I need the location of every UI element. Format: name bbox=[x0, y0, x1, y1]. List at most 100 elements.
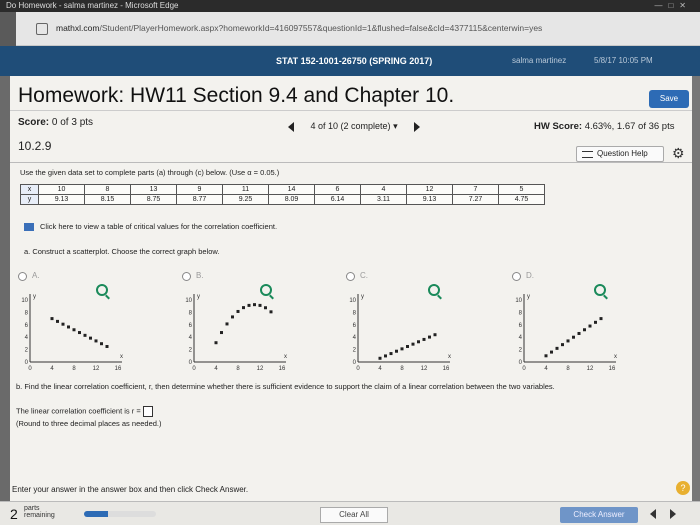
table-cell: 8.15 bbox=[84, 194, 131, 205]
parts-progress bbox=[84, 511, 156, 517]
part-b-prompt: b. Find the linear correlation coefficie… bbox=[16, 382, 555, 391]
option-b-label: B. bbox=[196, 271, 204, 280]
x-tick-label: 8 bbox=[566, 366, 570, 372]
radio-d[interactable] bbox=[512, 272, 521, 281]
x-axis-label: x bbox=[448, 354, 451, 360]
save-button[interactable]: Save bbox=[649, 90, 689, 108]
question-dropdown[interactable]: 4 of 10 (2 complete) bbox=[311, 121, 391, 131]
data-point bbox=[214, 341, 218, 345]
course-header: STAT 152-1001-26750 (SPRING 2017) salma … bbox=[0, 46, 700, 76]
window-controls[interactable]: —□✕ bbox=[654, 0, 692, 12]
data-point bbox=[555, 346, 559, 350]
check-answer-button[interactable]: Check Answer bbox=[560, 507, 638, 523]
left-edge bbox=[0, 76, 10, 525]
table-header-x: x bbox=[20, 184, 39, 195]
x-tick-label: 12 bbox=[93, 366, 100, 372]
hw-score: HW Score: 4.63%, 1.67 of 36 pts bbox=[534, 121, 675, 132]
data-point bbox=[225, 322, 229, 326]
gear-icon[interactable]: ⚙ bbox=[672, 146, 685, 160]
table-cell: 7 bbox=[452, 184, 499, 195]
data-point bbox=[247, 303, 251, 307]
user-name[interactable]: salma martinez bbox=[512, 56, 566, 65]
window-titlebar: Do Homework - salma martinez - Microsoft… bbox=[0, 0, 700, 12]
menu-icon bbox=[582, 151, 593, 158]
y-tick-label: 6 bbox=[25, 323, 29, 329]
question-help-button[interactable]: Question Help bbox=[576, 146, 664, 162]
x-tick-label: 0 bbox=[356, 366, 360, 372]
x-tick-label: 0 bbox=[522, 366, 526, 372]
y-tick-label: 6 bbox=[189, 323, 193, 329]
data-point bbox=[253, 303, 256, 307]
course-title: STAT 152-1001-26750 (SPRING 2017) bbox=[276, 56, 433, 66]
data-point bbox=[72, 328, 76, 332]
y-axis-label: y bbox=[361, 294, 364, 300]
y-tick-label: 4 bbox=[519, 335, 523, 341]
data-table: x 10 8 13 9 11 14 6 4 12 7 5 y 9.13 8.15… bbox=[20, 184, 545, 205]
y-tick-label: 10 bbox=[515, 298, 522, 304]
x-tick-label: 4 bbox=[378, 366, 382, 372]
table-cell: 9.13 bbox=[406, 194, 453, 205]
x-tick-label: 16 bbox=[609, 366, 616, 372]
option-c[interactable]: C. 10 8 6 4 2 0 0 4 8 12 16 x y bbox=[346, 264, 456, 374]
date-time: 5/8/17 10:05 PM bbox=[594, 56, 653, 65]
data-point bbox=[50, 317, 54, 321]
data-point bbox=[400, 347, 404, 351]
table-cell: 11 bbox=[222, 184, 269, 195]
y-tick-label: 8 bbox=[353, 310, 357, 316]
table-icon bbox=[24, 223, 34, 232]
graph-c: 10864200 4 8 12 16xy bbox=[349, 294, 451, 372]
radio-c[interactable] bbox=[346, 272, 355, 281]
prev-page-icon[interactable] bbox=[650, 509, 656, 519]
table-cell: 12 bbox=[406, 184, 453, 195]
data-point bbox=[572, 335, 575, 339]
divider bbox=[10, 162, 692, 163]
page-title: Homework: HW11 Section 9.4 and Chapter 1… bbox=[18, 84, 455, 107]
data-point bbox=[577, 331, 581, 335]
table-cell: 13 bbox=[130, 184, 177, 195]
y-axis-label: y bbox=[33, 294, 36, 300]
table-cell: 9 bbox=[176, 184, 223, 195]
data-point bbox=[550, 350, 553, 354]
data-point bbox=[89, 336, 92, 340]
radio-b[interactable] bbox=[182, 272, 191, 281]
x-tick-label: 12 bbox=[421, 366, 428, 372]
data-point bbox=[83, 333, 87, 337]
option-d[interactable]: D. 10 8 6 4 2 0 0 4 8 12 16 x y bbox=[512, 264, 622, 374]
y-tick-label: 8 bbox=[519, 310, 523, 316]
y-tick-label: 2 bbox=[519, 348, 523, 354]
table-cell: 4 bbox=[360, 184, 407, 195]
data-point bbox=[56, 319, 59, 323]
x-axis-label: x bbox=[284, 354, 287, 360]
table-row-x: x 10 8 13 9 11 14 6 4 12 7 5 bbox=[20, 184, 545, 195]
progress-fill bbox=[84, 511, 108, 517]
sidebar-edge bbox=[0, 12, 16, 46]
table-cell: 4.75 bbox=[498, 194, 545, 205]
critical-values-link[interactable]: Click here to view a table of critical v… bbox=[24, 222, 277, 232]
y-tick-label: 2 bbox=[189, 348, 193, 354]
option-a[interactable]: A. 10 8 6 4 2 0 0 4 8 12 16 x y bbox=[18, 264, 128, 374]
next-question-icon[interactable] bbox=[414, 121, 421, 132]
score: Score: 0 of 3 pts bbox=[18, 117, 94, 128]
data-point bbox=[566, 339, 570, 343]
table-cell: 8.75 bbox=[130, 194, 177, 205]
data-point bbox=[269, 310, 273, 314]
table-cell: 8.77 bbox=[176, 194, 223, 205]
radio-a[interactable] bbox=[18, 272, 27, 281]
option-a-label: A. bbox=[32, 271, 40, 280]
clear-all-button[interactable]: Clear All bbox=[320, 507, 388, 523]
prev-question-icon[interactable] bbox=[288, 121, 294, 132]
page-icon bbox=[36, 23, 48, 35]
table-cell: 9.13 bbox=[38, 194, 85, 205]
y-tick-label: 10 bbox=[21, 298, 28, 304]
option-b[interactable]: B. 10 8 6 4 2 0 0 4 8 12 16 x y bbox=[182, 264, 292, 374]
part-a-prompt: a. Construct a scatterplot. Choose the c… bbox=[24, 247, 220, 256]
next-page-icon[interactable] bbox=[670, 509, 676, 519]
table-cell: 8 bbox=[84, 184, 131, 195]
score-row: Score: 0 of 3 pts 4 of 10 (2 complete) ▾… bbox=[10, 110, 692, 138]
table-row-y: y 9.13 8.15 8.75 8.77 9.25 8.09 6.14 3.1… bbox=[20, 194, 545, 205]
table-cell: 6.14 bbox=[314, 194, 361, 205]
help-icon[interactable]: ? bbox=[676, 481, 690, 495]
answer-box[interactable] bbox=[142, 406, 153, 417]
url-field[interactable]: mathxl.com/Student/PlayerHomework.aspx?h… bbox=[56, 23, 542, 33]
data-point bbox=[94, 339, 98, 343]
